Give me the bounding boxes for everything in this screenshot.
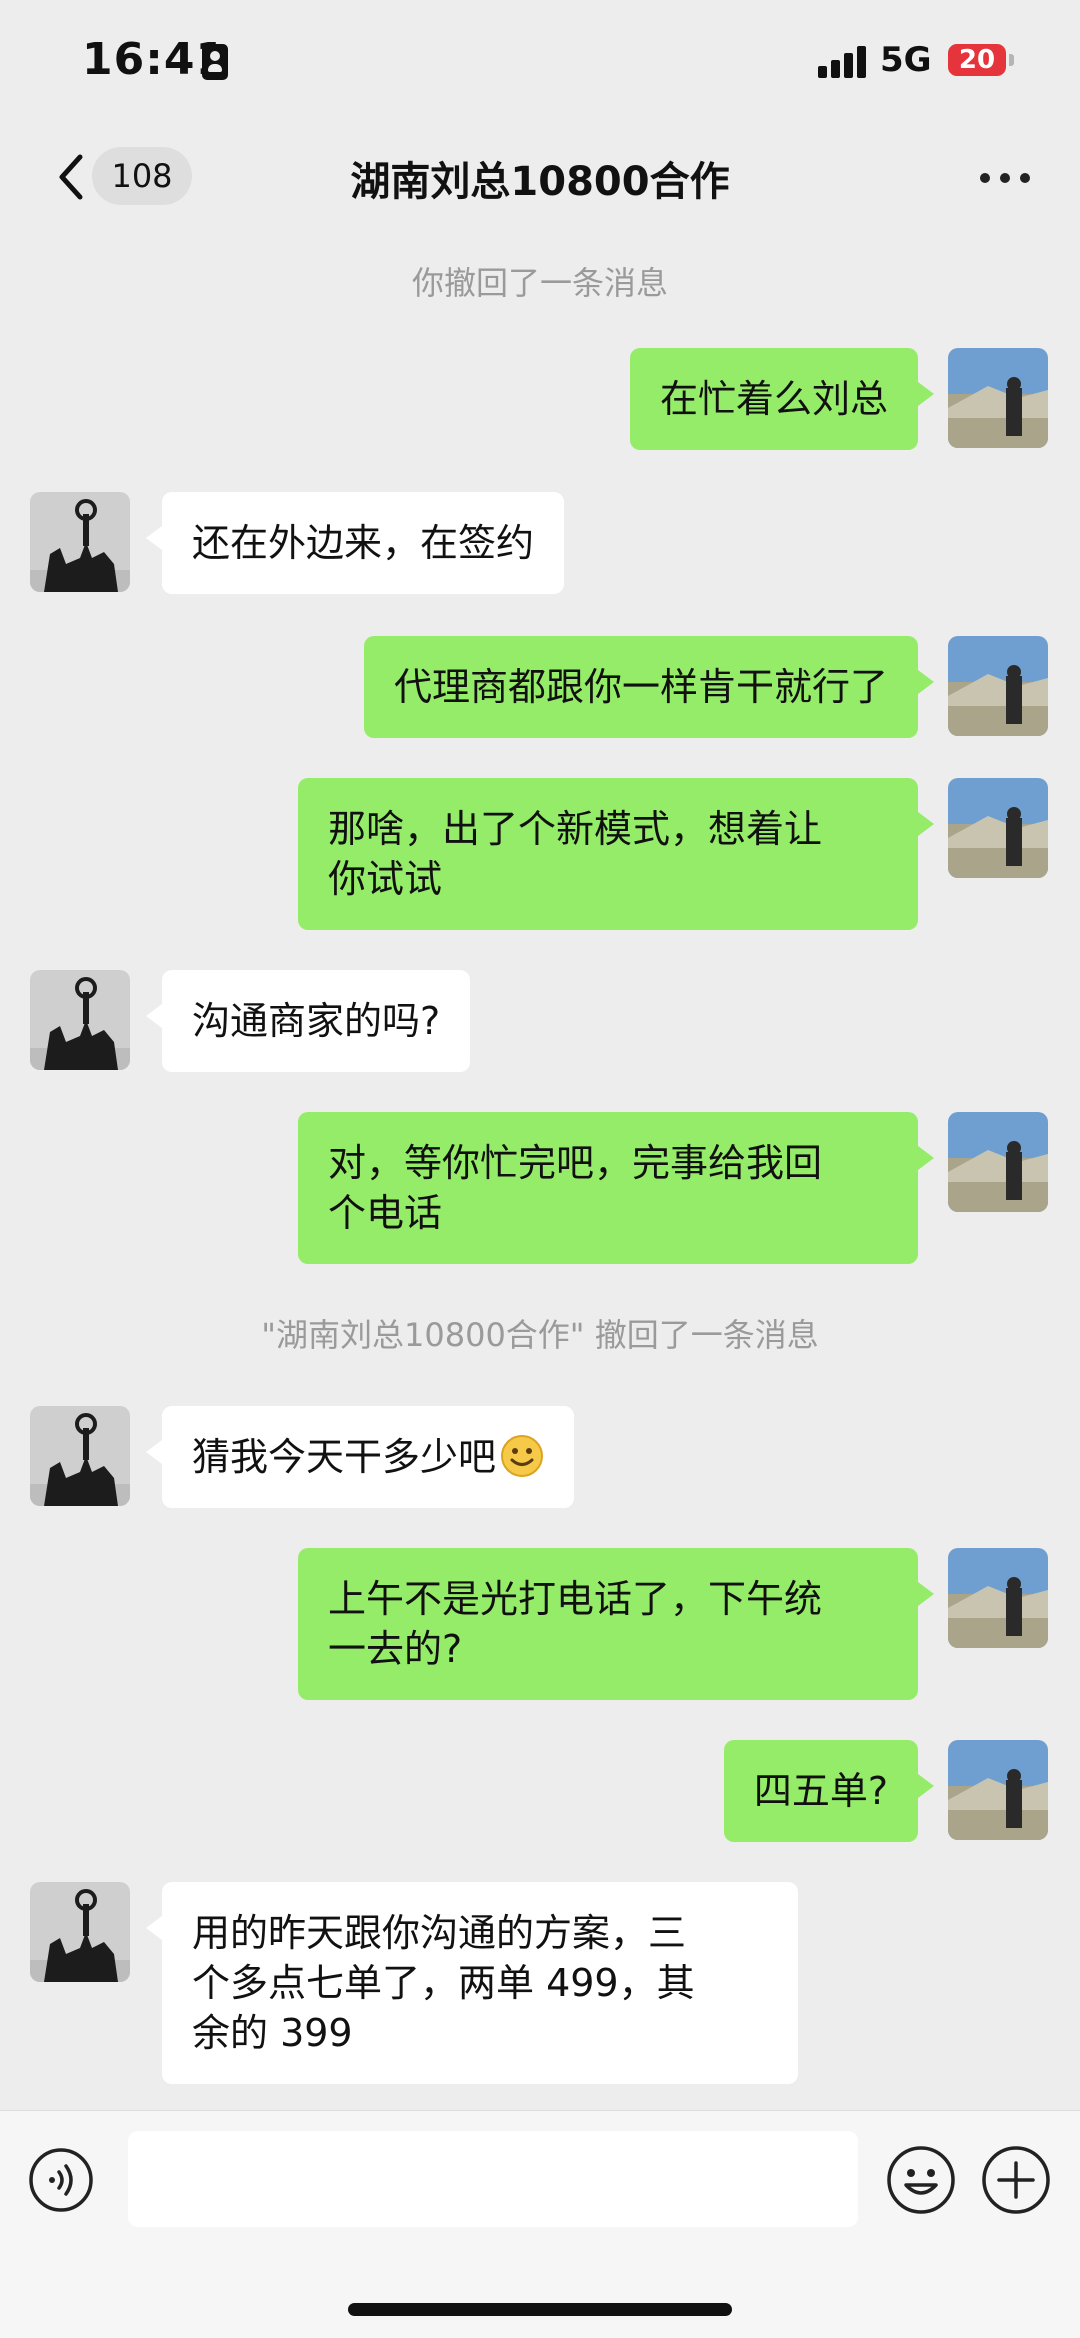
incoming-message-bubble[interactable]: 用的昨天跟你沟通的方案，三 个多点七单了，两单 499，其 余的 399 <box>146 1882 798 2084</box>
system-message: 你撤回了一条消息 <box>411 264 668 302</box>
emoji-icon[interactable] <box>886 2145 956 2215</box>
battery-tip <box>1009 54 1014 66</box>
outgoing-message-bubble[interactable]: 代理商都跟你一样肯干就行了 <box>363 636 935 738</box>
incoming-message-bubble[interactable]: 猜我今天干多少吧 <box>145 1406 575 1508</box>
battery-icon: 20 <box>948 44 1006 76</box>
contact-avatar[interactable] <box>30 970 130 1070</box>
outgoing-message-bubble[interactable]: 四五单? <box>723 1740 935 1842</box>
plus-icon[interactable] <box>981 2145 1051 2215</box>
more-icon[interactable] <box>980 173 1030 185</box>
chat-header: 108 湖南刘总10800合作 <box>0 125 1080 230</box>
my-avatar[interactable] <box>948 348 1048 448</box>
contact-avatar[interactable] <box>30 1406 130 1506</box>
message-text: 猜我今天干多少吧 <box>192 1435 497 1479</box>
contact-avatar[interactable] <box>30 1882 130 1982</box>
outgoing-message-bubble[interactable]: 对，等你忙完吧，完事给我回 个电话 <box>298 1112 934 1264</box>
my-avatar[interactable] <box>948 778 1048 878</box>
outgoing-message-bubble[interactable]: 那啥，出了个新模式，想着让 你试试 <box>298 778 934 930</box>
home-indicator[interactable] <box>348 2303 732 2316</box>
my-avatar[interactable] <box>948 636 1048 736</box>
contact-avatar[interactable] <box>30 492 130 592</box>
contact-card-icon <box>202 44 228 80</box>
outgoing-message-bubble[interactable]: 在忙着么刘总 <box>629 348 935 450</box>
incoming-message-bubble[interactable]: 还在外边来，在签约 <box>145 492 565 594</box>
incoming-message-bubble[interactable]: 沟通商家的吗? <box>145 970 471 1072</box>
outgoing-message-bubble[interactable]: 上午不是光打电话了，下午统 一去的? <box>298 1548 934 1700</box>
my-avatar[interactable] <box>948 1740 1048 1840</box>
status-bar: 16:41 5G 20 <box>0 0 1080 125</box>
signal-icon <box>818 44 868 78</box>
message-list[interactable]: 你撤回了一条消息 在忙着么刘总 还在外边来，在签约 代理商都跟你一样肯干就行了 … <box>0 230 1080 2110</box>
message-input[interactable] <box>128 2131 858 2227</box>
voice-icon[interactable] <box>28 2147 94 2213</box>
chat-title: 湖南刘总10800合作 <box>350 159 730 205</box>
system-message: "湖南刘总10800合作" 撤回了一条消息 <box>261 1316 819 1354</box>
my-avatar[interactable] <box>948 1548 1048 1648</box>
smile-emoji-icon <box>500 1434 544 1478</box>
my-avatar[interactable] <box>948 1112 1048 1212</box>
network-type: 5G <box>880 40 932 80</box>
